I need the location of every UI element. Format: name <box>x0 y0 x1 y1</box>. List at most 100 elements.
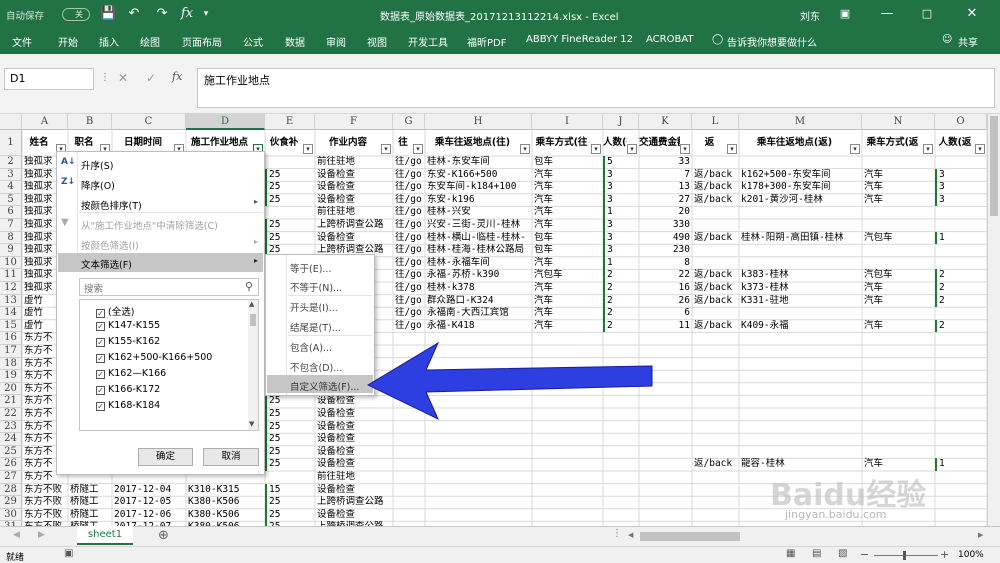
cell[interactable]: 桂林-k378 <box>425 282 532 295</box>
column-header-k[interactable]: K <box>639 114 692 130</box>
filter-checklist-item[interactable]: ✓ K155-K162 <box>96 336 160 347</box>
scroll-thumb[interactable] <box>250 314 256 326</box>
cell[interactable]: 1 <box>603 206 639 219</box>
row-header[interactable]: 29 <box>0 496 22 509</box>
filter-checklist[interactable]: ✓ (全选) ✓ K147-K155 ✓ K155-K162 ✓ K162+500-K166+… <box>79 299 259 431</box>
header-cell[interactable]: 作业内容 <box>315 130 381 156</box>
cell[interactable]: 返/back <box>692 282 739 295</box>
cell[interactable]: 2017-12-06 <box>112 509 186 522</box>
user-name[interactable]: 刘东 <box>800 8 820 23</box>
column-header-b[interactable]: B <box>68 114 112 130</box>
sort-ascending-item[interactable]: 升序(S) <box>81 158 113 172</box>
zoom-slider-thumb[interactable] <box>903 551 906 560</box>
cell[interactable]: 25 <box>265 433 315 446</box>
filter-dropdown-icon[interactable]: ▾ <box>727 144 737 154</box>
add-sheet-icon[interactable]: ⊕ <box>158 528 169 543</box>
tab-formulas[interactable]: 公式 <box>243 34 263 49</box>
filter-checklist-item[interactable]: ✓ K147-K155 <box>96 320 160 331</box>
cell[interactable]: 包车 <box>532 156 603 169</box>
cell[interactable]: 设备检查 <box>315 232 393 245</box>
cell[interactable]: 包车 <box>532 232 603 245</box>
cell[interactable]: 15 <box>265 483 315 497</box>
row-header[interactable]: 18 <box>0 357 22 371</box>
cell[interactable]: 设备检查 <box>315 169 393 182</box>
tab-page-layout[interactable]: 页面布局 <box>182 34 222 49</box>
prev-sheet-icon[interactable]: ◀ <box>13 530 20 540</box>
cell[interactable]: 设备检查 <box>315 433 393 446</box>
cell[interactable]: 汽车 <box>862 320 935 333</box>
cell[interactable]: 3 <box>603 244 639 257</box>
column-header-f[interactable]: F <box>315 114 393 130</box>
cell[interactable]: 返/back <box>692 320 739 333</box>
cell[interactable]: 汽车 <box>532 206 603 219</box>
macro-record-icon[interactable]: ▣ <box>64 548 73 559</box>
row-header[interactable]: 2 <box>0 156 22 169</box>
cell[interactable]: K380-K506 <box>186 509 265 522</box>
row-header[interactable]: 12 <box>0 282 22 295</box>
cancel-icon[interactable]: ✕ <box>118 71 128 85</box>
zoom-out-icon[interactable]: − <box>860 548 869 561</box>
cell[interactable]: 6 <box>639 307 692 320</box>
cell[interactable]: 桂林-永福车间 <box>425 257 532 270</box>
row-header[interactable]: 8 <box>0 231 22 245</box>
header-cell[interactable]: 交通费金额 <box>639 130 680 156</box>
minimize-icon[interactable]: — <box>880 6 894 22</box>
cell[interactable]: 1 <box>603 256 639 270</box>
cell[interactable]: 汽车 <box>532 295 603 308</box>
header-cell[interactable]: 人数(返 <box>935 130 975 156</box>
horizontal-scroll-thumb[interactable] <box>640 532 740 541</box>
cell[interactable]: 桂林-桂海-桂林公路局 <box>425 244 532 257</box>
cell[interactable]: 往/go <box>393 181 425 194</box>
cell[interactable]: 27 <box>639 194 692 207</box>
scroll-up-icon[interactable]: ▲ <box>249 300 254 308</box>
cell[interactable]: 返/back <box>692 194 739 207</box>
ends-with-item[interactable]: 结尾是(T)... <box>290 320 341 334</box>
cell[interactable]: 东方不败 <box>22 484 68 497</box>
column-header-i[interactable]: I <box>532 114 603 130</box>
cell[interactable]: 前往驻地 <box>315 471 393 484</box>
row-header[interactable]: 19 <box>0 370 22 383</box>
cell[interactable]: 往/go <box>393 257 425 270</box>
cell[interactable]: 20 <box>639 206 692 219</box>
cell[interactable]: 设备检查 <box>315 509 393 522</box>
cell[interactable]: 汽车 <box>532 282 603 295</box>
row-header[interactable]: 27 <box>0 471 22 484</box>
tell-me-search[interactable]: 告诉我你想要做什么 <box>727 34 817 49</box>
cell[interactable]: 25 <box>265 408 315 421</box>
cell[interactable]: k383-桂林 <box>739 269 862 282</box>
cell[interactable]: 汽包车 <box>532 269 603 282</box>
header-cell[interactable]: 返 <box>692 130 727 156</box>
row-header[interactable]: 21 <box>0 395 22 408</box>
zoom-level[interactable]: 100% <box>958 550 984 560</box>
cell[interactable]: 桥隧工 <box>68 496 112 509</box>
cell[interactable]: 5 <box>603 156 639 169</box>
zoom-in-icon[interactable]: + <box>940 548 949 561</box>
filter-search-input[interactable]: 搜索 ⚲ <box>79 278 259 296</box>
checkbox-icon[interactable]: ✓ <box>96 338 105 347</box>
tab-foxit-pdf[interactable]: 福昕PDF <box>467 34 506 49</box>
cell[interactable]: 往/go <box>393 269 425 282</box>
cell[interactable]: 3 <box>603 181 639 194</box>
cell[interactable]: 桂林-阳朔-高田镇-桂林 <box>739 232 862 245</box>
cell[interactable]: 永福-K418 <box>425 320 532 333</box>
cell[interactable]: 前往驻地 <box>315 156 393 169</box>
header-cell[interactable]: 往 <box>393 130 413 156</box>
filter-dropdown-icon[interactable]: ▾ <box>591 144 601 154</box>
cell[interactable]: 返/back <box>692 181 739 194</box>
row-header[interactable]: 15 <box>0 319 22 333</box>
cell[interactable]: 汽包车 <box>862 269 935 282</box>
scroll-thumb[interactable] <box>990 116 998 216</box>
cell[interactable]: 东安-k196 <box>425 194 532 207</box>
cell[interactable]: 汽车 <box>532 307 603 320</box>
cell[interactable]: 7 <box>639 169 692 182</box>
cell[interactable]: k162+500-东安车间 <box>739 169 862 182</box>
filter-checklist-item[interactable]: ✓ K162+500-K166+500 <box>96 352 212 363</box>
cell[interactable]: 25 <box>265 168 315 182</box>
scroll-down-icon[interactable]: ▼ <box>249 420 254 428</box>
cell[interactable]: 2 <box>603 294 639 308</box>
zoom-slider[interactable] <box>874 555 938 556</box>
cell[interactable]: 11 <box>639 320 692 333</box>
cell[interactable]: 永福南-大西江宾馆 <box>425 307 532 320</box>
cell[interactable]: 2017-12-04 <box>112 484 186 497</box>
row-header[interactable]: 16 <box>0 332 22 345</box>
